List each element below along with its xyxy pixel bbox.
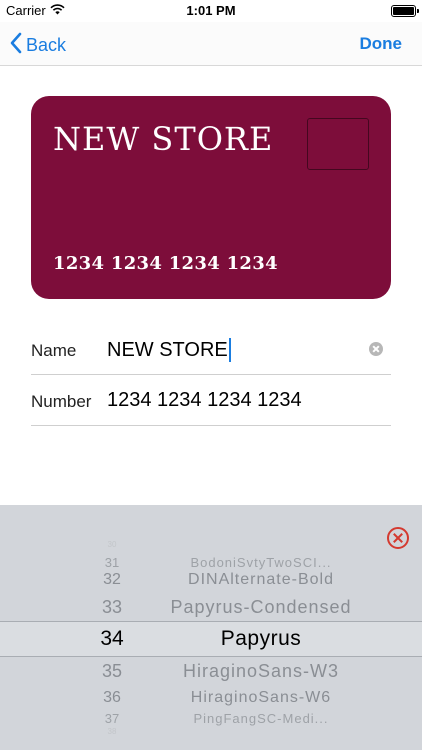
- picker-row-font: PingFangSC-Medi...: [193, 711, 329, 726]
- card-number: 1234 1234 1234 1234: [53, 253, 278, 274]
- battery-icon: [391, 5, 419, 17]
- picker-row-font: Papyrus: [220, 627, 302, 650]
- number-label: Number: [31, 392, 92, 411]
- picker-row-number: 34: [100, 627, 124, 650]
- chevron-left-icon: [10, 32, 22, 59]
- picker-row-number: 37: [104, 711, 120, 726]
- text-caret: [228, 338, 231, 362]
- back-button[interactable]: Back: [10, 32, 66, 59]
- back-label: Back: [26, 35, 67, 55]
- name-field-text: NEW STORE: [107, 338, 228, 361]
- picker-row-font: HiraginoSans-W6: [190, 689, 332, 706]
- status-time: 1:01 PM: [186, 3, 236, 18]
- number-row: Number 1234 1234 1234 1234: [31, 375, 391, 426]
- navigation-bar: Back Done: [0, 22, 422, 66]
- name-row: Name NEW STORE: [31, 324, 391, 375]
- close-circle-icon[interactable]: [387, 527, 409, 549]
- card-chip: [307, 118, 369, 170]
- name-field[interactable]: NEW STORE: [107, 338, 231, 362]
- status-bar: Carrier 1:01 PM: [0, 0, 422, 22]
- picker-row-number: 36: [103, 689, 121, 706]
- picker-row-font: HiraginoSans-W3: [182, 661, 340, 681]
- picker-row-font: DINAlternate-Bold: [188, 571, 334, 588]
- picker-row-font: BodoniSvtyTwoSCI...: [190, 555, 332, 570]
- picker-row-number: 32: [103, 571, 121, 588]
- number-field-text: 1234 1234 1234 1234: [107, 389, 302, 411]
- picker-row-number: 35: [101, 661, 123, 681]
- card-store-name: NEW STORE: [53, 120, 274, 158]
- font-picker-panel: 30 31 BodoniSvtyTwoSCI... 32 DINAlternat…: [0, 505, 422, 750]
- card-preview: NEW STORE 1234 1234 1234 1234: [31, 96, 391, 299]
- picker-row-number: 33: [101, 597, 123, 617]
- done-button[interactable]: Done: [360, 34, 403, 54]
- picker-row-number: 38: [107, 727, 117, 736]
- number-field[interactable]: 1234 1234 1234 1234: [107, 389, 302, 412]
- picker-row-number: 30: [107, 540, 117, 549]
- clear-icon[interactable]: [369, 342, 383, 356]
- picker-row-font: Papyrus-Condensed: [170, 597, 352, 617]
- picker-row-number: 31: [104, 555, 120, 570]
- name-label: Name: [31, 341, 77, 360]
